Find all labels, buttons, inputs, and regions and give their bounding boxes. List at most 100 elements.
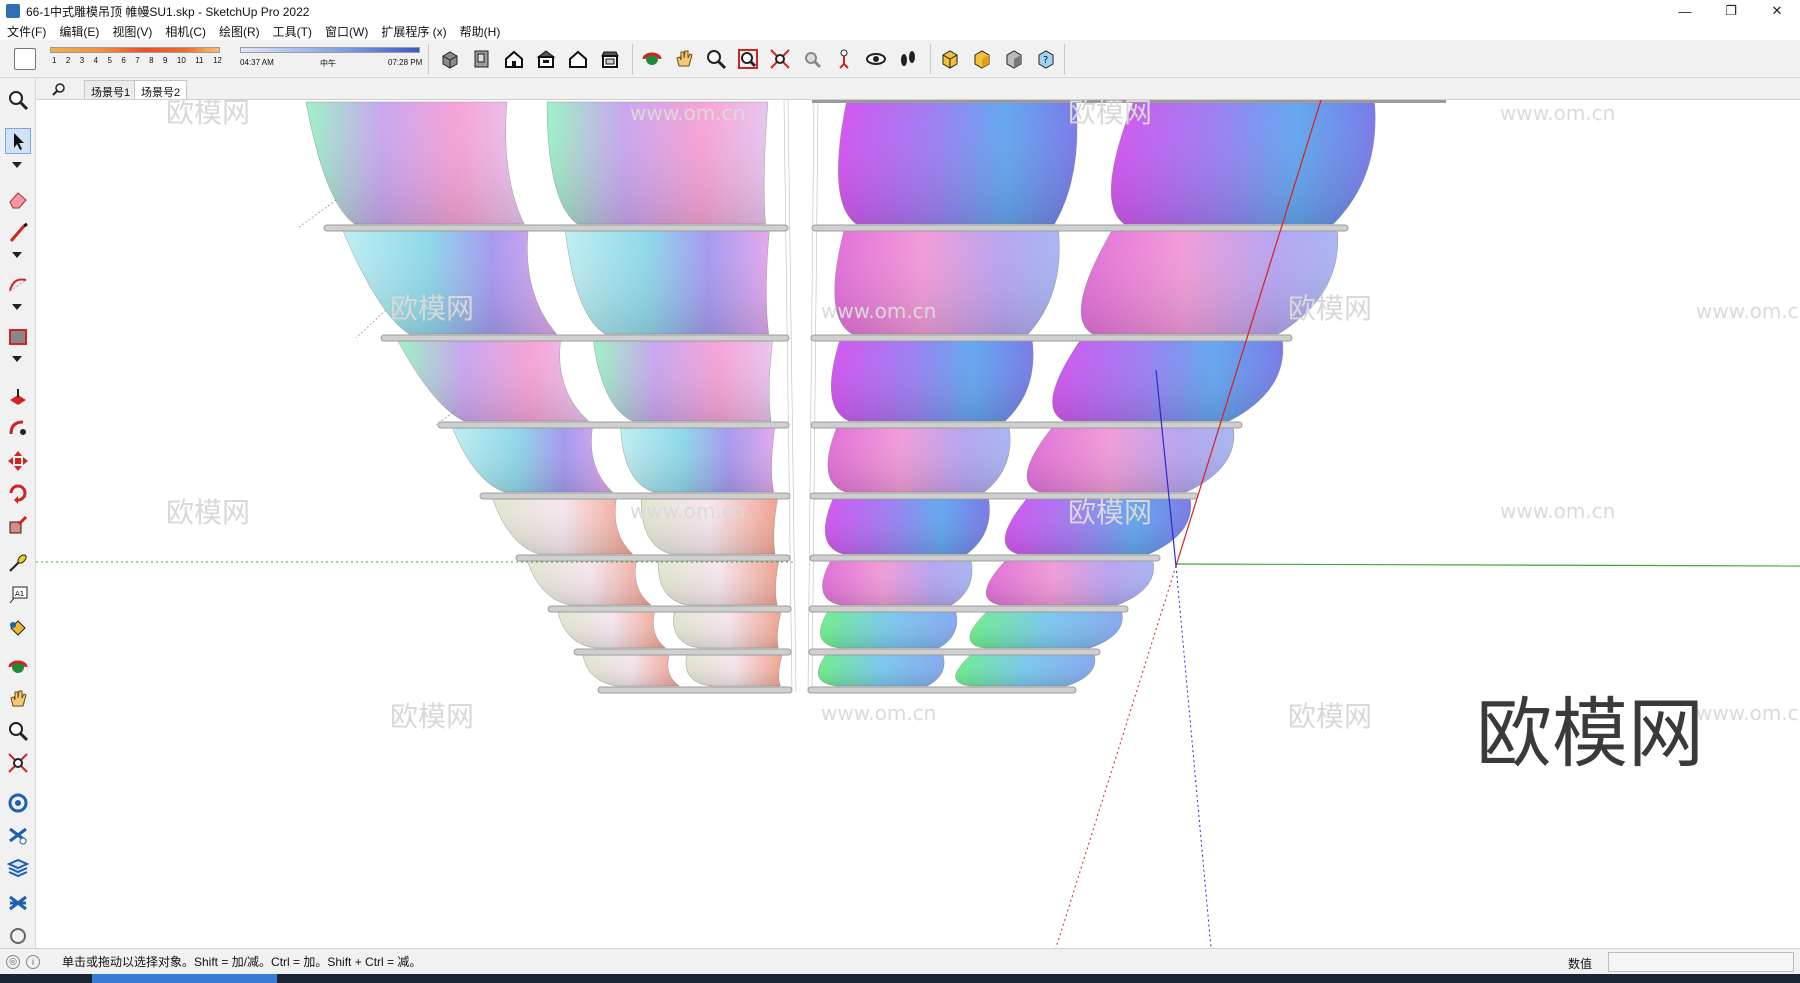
taskbar-active-app[interactable]: [92, 974, 277, 983]
minimize-button[interactable]: —: [1662, 0, 1708, 22]
zoom-window-icon[interactable]: [736, 47, 760, 71]
dropdown-arrow-icon[interactable]: [12, 356, 22, 362]
materials-icon[interactable]: [5, 822, 31, 848]
styles-icon[interactable]: [5, 890, 31, 916]
shaded-style-icon[interactable]: [970, 47, 994, 71]
rod: [811, 224, 1349, 232]
menu-help[interactable]: 帮助(H): [460, 23, 501, 40]
title-bar: 66-1中式雕模吊顶 帷幔SU1.skp - SketchUp Pro 2022…: [0, 0, 1800, 22]
watermark-text: 欧模网: [390, 700, 474, 733]
tape-measure-tool-icon[interactable]: [5, 550, 31, 576]
menu-edit[interactable]: 编辑(E): [59, 23, 99, 40]
previous-view-icon[interactable]: [800, 47, 824, 71]
drape-shading: [986, 560, 1154, 605]
sketchup-window: 66-1中式雕模吊顶 帷幔SU1.skp - SketchUp Pro 2022…: [0, 0, 1800, 983]
zoom-extents-tool-icon[interactable]: [5, 750, 31, 776]
scene-tab-2[interactable]: 场景号2: [134, 80, 188, 99]
move-tool-icon[interactable]: [5, 448, 31, 474]
menu-bar: 文件(F) 编辑(E) 视图(V) 相机(C) 绘图(R) 工具(T) 窗口(W…: [0, 22, 1800, 40]
arc-tool-icon[interactable]: [5, 272, 31, 298]
text-tool-icon[interactable]: A1: [5, 582, 31, 608]
measurements-input[interactable]: [1608, 952, 1794, 972]
search-tool-icon[interactable]: [5, 87, 31, 113]
orbit-tool-icon[interactable]: [5, 654, 31, 680]
scene-tab-bar: 场景号1 场景号2: [36, 78, 1800, 100]
time-mid-label: 中午: [320, 59, 336, 68]
drape-shading: [825, 498, 990, 554]
month-label: 9: [163, 56, 168, 65]
zoom-icon[interactable]: [704, 47, 728, 71]
drape-shading: [685, 654, 783, 686]
right-view-icon[interactable]: [534, 47, 558, 71]
pan-icon[interactable]: [672, 47, 696, 71]
shadow-toggle-icon[interactable]: [14, 48, 36, 70]
components-icon[interactable]: [5, 790, 31, 816]
xray-style-icon[interactable]: [938, 47, 962, 71]
month-label: 7: [135, 56, 140, 65]
watermark-url: www.om.cn: [1500, 101, 1615, 125]
menu-camera[interactable]: 相机(C): [165, 23, 206, 40]
shadow-settings-toolbar: 1 2 3 4 5 6 7 8 9 10 11 12 04:37 AM 中午 0…: [10, 43, 422, 76]
taskbar: [0, 974, 1800, 983]
drawing-viewport[interactable]: 欧模网 欧模网 欧模网 欧模网 欧模网 欧模网 欧模网 欧模网 www.om.cn www.om.…: [36, 100, 1800, 948]
left-view-icon[interactable]: [598, 47, 622, 71]
month-label: 12: [212, 56, 222, 65]
restore-button[interactable]: ❐: [1708, 0, 1754, 22]
layers-icon[interactable]: [5, 854, 31, 880]
green-axis: [1175, 563, 1800, 567]
menu-extensions[interactable]: 扩展程序 (x): [381, 23, 446, 40]
drape-shading: [820, 611, 957, 648]
pan-tool-icon[interactable]: [5, 686, 31, 712]
walk-icon[interactable]: [896, 47, 920, 71]
eraser-tool-icon[interactable]: [5, 186, 31, 212]
drape-shading: [582, 654, 680, 686]
select-tool-icon[interactable]: [5, 128, 31, 154]
front-view-icon[interactable]: [502, 47, 526, 71]
guide-line: [297, 199, 337, 229]
back-view-icon[interactable]: [566, 47, 590, 71]
look-around-icon[interactable]: [864, 47, 888, 71]
watermark-text: 欧模网: [390, 292, 474, 325]
rectangle-tool-icon[interactable]: [5, 324, 31, 350]
info-icon[interactable]: [5, 920, 31, 946]
menu-window[interactable]: 窗口(W): [325, 23, 368, 40]
watermark-url: www.om.cn: [821, 701, 936, 725]
iso-view-icon[interactable]: [438, 47, 462, 71]
position-camera-icon[interactable]: [832, 47, 856, 71]
monochrome-style-icon[interactable]: [1002, 47, 1026, 71]
follow-me-tool-icon[interactable]: [5, 416, 31, 442]
line-tool-icon[interactable]: [5, 220, 31, 246]
watermark-url: www.om.cn: [821, 299, 936, 323]
watermark-text: 欧模网: [1068, 496, 1152, 529]
push-pull-tool-icon[interactable]: [5, 384, 31, 410]
menu-file[interactable]: 文件(F): [7, 23, 46, 40]
menu-draw[interactable]: 绘图(R): [219, 23, 260, 40]
geo-location-icon[interactable]: ◎: [6, 954, 20, 969]
scale-tool-icon[interactable]: [5, 512, 31, 538]
dropdown-arrow-icon[interactable]: [12, 252, 22, 258]
dropdown-arrow-icon[interactable]: [12, 304, 22, 310]
rotate-tool-icon[interactable]: [5, 480, 31, 506]
menu-view[interactable]: 视图(V): [112, 23, 152, 40]
time-slider[interactable]: [240, 47, 420, 53]
dropdown-arrow-icon[interactable]: [12, 162, 22, 168]
instructor-icon[interactable]: i: [26, 954, 40, 969]
paint-bucket-tool-icon[interactable]: [5, 614, 31, 640]
help-icon[interactable]: ?: [1034, 47, 1058, 71]
scene-tab-1[interactable]: 场景号1: [84, 80, 138, 99]
scene-search-icon[interactable]: [52, 82, 66, 96]
model-canvas[interactable]: 欧模网 欧模网欧模网 欧模网欧模网 欧模网欧模网 欧模网www.om.cn www.om.…: [36, 100, 1800, 948]
orbit-icon[interactable]: [640, 47, 664, 71]
month-slider[interactable]: [50, 47, 220, 53]
rod: [597, 686, 793, 694]
svg-text:A1: A1: [15, 590, 24, 598]
zoom-tool-icon[interactable]: [5, 718, 31, 744]
month-label: 4: [93, 56, 99, 65]
watermark-text: 欧模网: [166, 496, 250, 529]
watermark-url: www.om.cn: [1696, 299, 1800, 323]
drape-shading: [827, 427, 1011, 492]
top-view-icon[interactable]: [470, 47, 494, 71]
menu-tools[interactable]: 工具(T): [273, 23, 312, 40]
close-button[interactable]: ✕: [1754, 0, 1800, 22]
zoom-extents-icon[interactable]: [768, 47, 792, 71]
